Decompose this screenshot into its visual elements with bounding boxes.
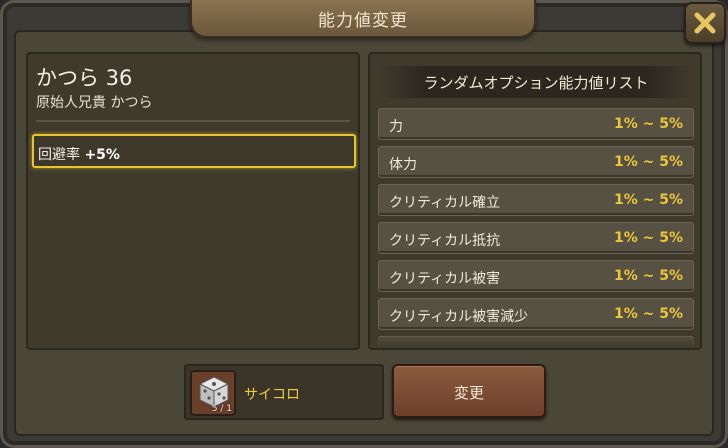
option-list-title: ランダムオプション能力値リスト — [423, 74, 649, 92]
title-plate: 能力値変更 — [190, 0, 536, 38]
item-slot[interactable]: 5 / 1 サイコロ — [184, 364, 384, 420]
character-panel: かつら 36 原始人兄貴 かつら 回避率 +5% — [26, 52, 360, 350]
close-button[interactable] — [684, 2, 726, 44]
option-range: 1% ~ 5% — [613, 116, 683, 132]
stat-label: 回避率 — [38, 147, 80, 163]
character-subtitle: 原始人兄貴 かつら — [36, 95, 153, 111]
option-name: 力 — [389, 119, 403, 135]
ability-change-dialog: 能力値変更 かつら 36 原始人兄貴 かつら 回避率 +5% ランダムオプション… — [0, 0, 728, 448]
option-range: 1% ~ 5% — [613, 230, 683, 246]
current-stat-row[interactable]: 回避率 +5% — [32, 134, 356, 168]
list-item: 力 1% ~ 5% — [378, 108, 694, 140]
divider — [36, 120, 350, 122]
change-button[interactable]: 変更 — [392, 364, 546, 418]
option-range: 1% ~ 5% — [613, 268, 683, 284]
character-name: かつら 36 — [36, 66, 133, 90]
close-icon — [694, 12, 716, 34]
option-name: クリティカル確立 — [389, 195, 501, 211]
item-icon-frame: 5 / 1 — [190, 370, 236, 416]
option-name: 体力 — [389, 157, 417, 173]
option-list-panel: ランダムオプション能力値リスト 力 1% ~ 5% 体力 1% ~ 5% クリテ… — [368, 52, 702, 350]
dialog-title: 能力値変更 — [318, 11, 408, 31]
change-button-label: 変更 — [453, 384, 484, 402]
option-range: 1% ~ 5% — [613, 192, 683, 208]
option-name: クリティカル抵抗 — [389, 233, 501, 249]
option-list[interactable]: 力 1% ~ 5% 体力 1% ~ 5% クリティカル確立 1% ~ 5% クリ… — [378, 108, 694, 348]
option-name: クリティカル被害 — [389, 271, 501, 287]
list-item: クリティカル確立 1% ~ 5% — [378, 184, 694, 216]
item-name: サイコロ — [244, 387, 300, 403]
list-item: クリティカル被害減少 1% ~ 5% — [378, 298, 694, 330]
stat-text: 回避率 +5% — [38, 144, 120, 164]
list-item: クリティカル抵抗 1% ~ 5% — [378, 222, 694, 254]
option-list-header: ランダムオプション能力値リスト — [380, 66, 692, 98]
scroll-fade — [370, 334, 700, 348]
option-name: クリティカル被害減少 — [389, 309, 529, 325]
option-range: 1% ~ 5% — [613, 306, 683, 322]
option-range: 1% ~ 5% — [613, 154, 683, 170]
list-item: 体力 1% ~ 5% — [378, 146, 694, 178]
stat-value: +5% — [84, 147, 120, 163]
item-count: 5 / 1 — [211, 404, 232, 414]
list-item: クリティカル被害 1% ~ 5% — [378, 260, 694, 292]
